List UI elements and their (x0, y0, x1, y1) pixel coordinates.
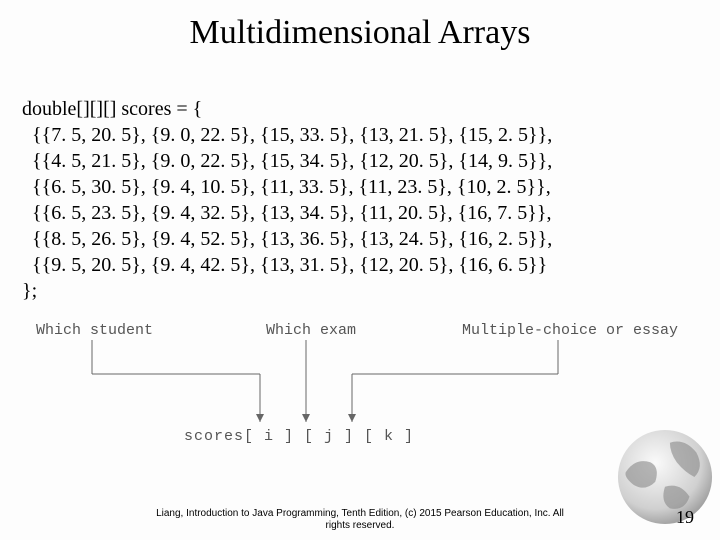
footer-line2: rights reserved. (326, 520, 395, 531)
index-diagram: Which student Which exam Multiple-choice… (0, 322, 720, 462)
slide-title: Multidimensional Arrays (0, 0, 720, 52)
footer-line1: Liang, Introduction to Java Programming,… (156, 508, 564, 519)
code-end: }; (22, 280, 37, 302)
footer-citation: Liang, Introduction to Java Programming,… (0, 508, 720, 532)
code-row: {{6. 5, 23. 5}, {9. 4, 32. 5}, {13, 34. … (22, 202, 551, 224)
code-row: {{8. 5, 26. 5}, {9. 4, 52. 5}, {13, 36. … (22, 228, 552, 250)
code-decl: double[][][] scores = { (22, 98, 202, 120)
code-row: {{6. 5, 30. 5}, {9. 4, 10. 5}, {11, 33. … (22, 176, 551, 198)
code-block: double[][][] scores = { {{7. 5, 20. 5}, … (0, 52, 720, 304)
code-row: {{7. 5, 20. 5}, {9. 0, 22. 5}, {15, 33. … (22, 124, 552, 146)
code-row: {{9. 5, 20. 5}, {9. 4, 42. 5}, {13, 31. … (22, 254, 547, 276)
array-expression: scores[ i ] [ j ] [ k ] (184, 428, 414, 445)
code-row: {{4. 5, 21. 5}, {9. 0, 22. 5}, {15, 34. … (22, 150, 552, 172)
page-number: 19 (676, 507, 694, 528)
